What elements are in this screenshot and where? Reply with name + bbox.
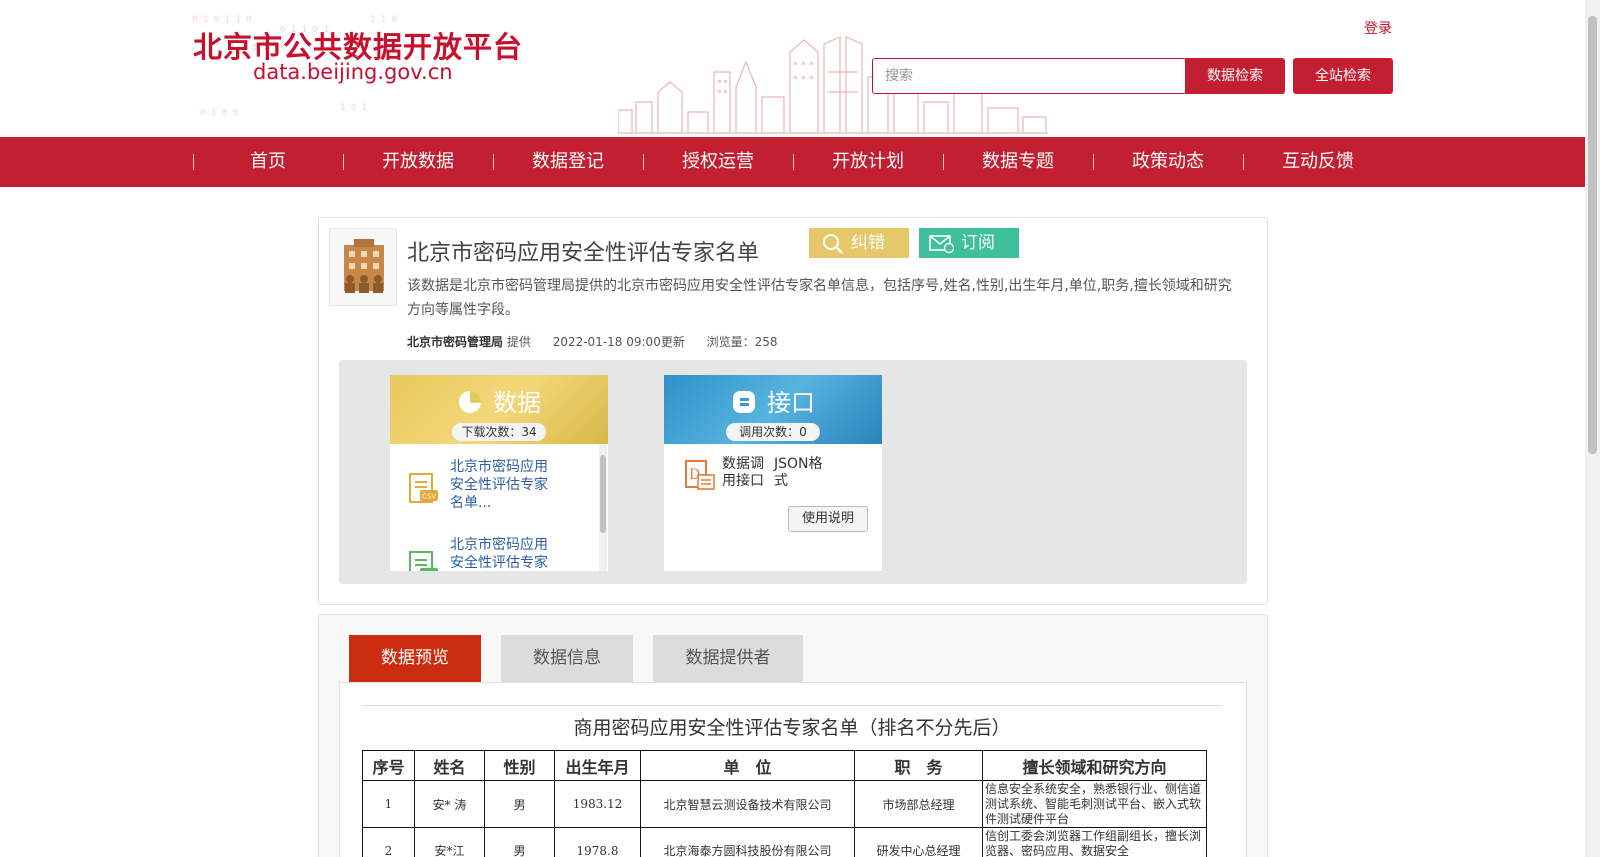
dataset-provider[interactable]: 北京市密码管理局: [407, 335, 503, 349]
correct-label: 纠错: [851, 233, 885, 253]
page-scroll-thumb[interactable]: [1588, 16, 1597, 454]
login-link[interactable]: 登录: [1364, 18, 1392, 38]
subscribe-label: 订阅: [961, 233, 995, 253]
table-header-row: 序号 姓名 性别 出生年月 单 位 职 务 擅长领域和研究方向: [362, 750, 1207, 781]
api-label: 数据调用接口: [722, 456, 764, 489]
table-cell: 安*江: [414, 827, 485, 857]
file-item[interactable]: 北京市密码应用安全性评估专家: [408, 536, 588, 571]
file-item[interactable]: CSV 北京市密码应用安全性评估专家名单...: [408, 458, 588, 518]
expert-table: 序号 姓名 性别 出生年月 单 位 职 务 擅长领域和研究方向 1 安* 涛 男: [362, 750, 1207, 857]
svg-text:0 1 0 0: 0 1 0 0: [200, 108, 238, 118]
resource-area: 数据 下载次数：34 CSV 北京市密码应用安全性评估专家名单... 北京市密码…: [339, 360, 1247, 584]
nav-item-data-registration[interactable]: 数据登记: [493, 137, 643, 187]
call-count: 调用次数：0: [726, 423, 820, 441]
svg-text:1 0 1: 1 0 1: [340, 103, 367, 113]
api-format: JSON格式: [774, 456, 823, 489]
api-resource-box: 接口 调用次数：0 D 数据调用接口 JSON格式 使用说明: [664, 375, 882, 571]
column-header: 性别: [484, 750, 555, 781]
column-header: 职 务: [854, 750, 983, 781]
xls-file-icon: [409, 551, 438, 571]
download-count: 下载次数：34: [452, 423, 546, 441]
column-header: 序号: [362, 750, 415, 781]
correct-button[interactable]: 纠错: [809, 228, 909, 258]
table-cell: 男: [484, 780, 555, 828]
page: 0 1 0 1 1 0 1 0 0 1 0 1 1 0 1 1 0 1 0 1 …: [0, 0, 1600, 857]
data-resource-title: 数据: [493, 389, 541, 417]
api-resource-header: 接口 调用次数：0: [664, 375, 882, 444]
nav-item-authorized-operation[interactable]: 授权运营: [643, 137, 793, 187]
site-header: 0 1 0 1 1 0 1 0 0 1 0 1 1 0 1 1 0 1 0 1 …: [0, 0, 1585, 137]
file-link[interactable]: 北京市密码应用安全性评估专家名单...: [450, 458, 550, 512]
data-resource-header: 数据 下载次数：34: [390, 375, 608, 444]
dataset-card: 北京市密码应用安全性评估专家名单 纠错 订阅 该数据是北京市密码管理局提供的北京…: [318, 217, 1268, 605]
sheet-title: 商用密码应用安全性评估专家名单（排名不分先后）: [362, 705, 1222, 750]
table-cell: 研发中心总经理: [854, 827, 983, 857]
tab-data-provider[interactable]: 数据提供者: [653, 635, 803, 682]
table-cell: 1: [362, 780, 415, 828]
usage-instructions-button[interactable]: 使用说明: [788, 506, 868, 532]
file-list-scroll-thumb[interactable]: [600, 455, 606, 533]
api-resource-title: 接口: [767, 389, 815, 417]
svg-text:CSV: CSV: [422, 493, 436, 501]
api-icon: [733, 391, 755, 413]
main-nav: 首页 开放数据 数据登记 授权运营 开放计划 数据专题 政策动态 互动反馈: [0, 137, 1585, 187]
nav-item-feedback[interactable]: 互动反馈: [1243, 137, 1393, 187]
table-cell: 信息安全系统安全，熟悉银行业、侧信道测试系统、智能毛刺测试平台、嵌入式软件测试硬…: [982, 780, 1207, 828]
table-cell: 北京智慧云测设备技术有限公司: [640, 780, 855, 828]
data-preview-pane: 商用密码应用安全性评估专家名单（排名不分先后） 序号 姓名 性别 出生年月 单 …: [339, 682, 1247, 857]
subscribe-button[interactable]: 订阅: [919, 228, 1019, 258]
site-url: data.beijing.gov.cn: [253, 60, 453, 84]
data-search-button[interactable]: 数据检索: [1185, 58, 1285, 94]
data-resource-box: 数据 下载次数：34 CSV 北京市密码应用安全性评估专家名单... 北京市密码…: [390, 375, 608, 571]
table-cell: 北京海泰方圆科技股份有限公司: [640, 827, 855, 857]
table-row: 1 安* 涛 男 1983.12 北京智慧云测设备技术有限公司 市场部总经理 信…: [362, 780, 1207, 828]
dataset-description: 该数据是北京市密码管理局提供的北京市密码应用安全性评估专家名单信息，包括序号,姓…: [407, 278, 1232, 318]
table-cell: 1983.12: [554, 780, 641, 828]
pie-chart-icon: [459, 391, 481, 413]
tab-data-preview[interactable]: 数据预览: [349, 635, 481, 682]
table-row: 2 安*江 男 1978.8 北京海泰方圆科技股份有限公司 研发中心总经理 信创…: [362, 827, 1207, 857]
table-cell: 市场部总经理: [854, 780, 983, 828]
dataset-updated: 2022-01-18 09:00更新: [552, 335, 685, 349]
file-link[interactable]: 北京市密码应用安全性评估专家: [450, 536, 550, 571]
column-header: 单 位: [640, 750, 855, 781]
dataset-category-icon: [329, 228, 397, 306]
column-header: 姓名: [414, 750, 485, 781]
tab-data-info[interactable]: 数据信息: [501, 635, 633, 682]
provider-suffix: 提供: [506, 335, 531, 349]
nav-item-open-data[interactable]: 开放数据: [343, 137, 493, 187]
nav-item-home[interactable]: 首页: [193, 137, 343, 187]
dataset-title: 北京市密码应用安全性评估专家名单: [407, 241, 760, 266]
search-magnifier-icon: [823, 234, 843, 254]
data-file-list: CSV 北京市密码应用安全性评估专家名单... 北京市密码应用安全性评估专家: [390, 444, 608, 571]
nav-item-data-topics[interactable]: 数据专题: [943, 137, 1093, 187]
column-header: 出生年月: [554, 750, 641, 781]
nav-item-policy-news[interactable]: 政策动态: [1093, 137, 1243, 187]
api-document-icon: D: [685, 460, 715, 490]
detail-panel: 数据预览 数据信息 数据提供者 商用密码应用安全性评估专家名单（排名不分先后） …: [318, 614, 1268, 857]
table-cell: 安* 涛: [414, 780, 485, 828]
column-header: 擅长领域和研究方向: [982, 750, 1207, 781]
table-cell: 1978.8: [554, 827, 641, 857]
table-cell: 男: [484, 827, 555, 857]
dataset-meta: 北京市密码管理局 提供 2022-01-18 09:00更新 浏览量：258: [407, 333, 778, 350]
csv-file-icon: CSV: [409, 473, 438, 503]
site-search-button[interactable]: 全站检索: [1293, 58, 1393, 94]
nav-item-open-plan[interactable]: 开放计划: [793, 137, 943, 187]
mail-icon: [929, 235, 955, 254]
dataset-views: 浏览量：258: [706, 335, 778, 349]
table-cell: 2: [362, 827, 415, 857]
search-input[interactable]: 搜索: [872, 58, 1186, 94]
table-cell: 信创工委会浏览器工作组副组长，擅长浏览器、密码应用、数据安全: [982, 827, 1207, 857]
